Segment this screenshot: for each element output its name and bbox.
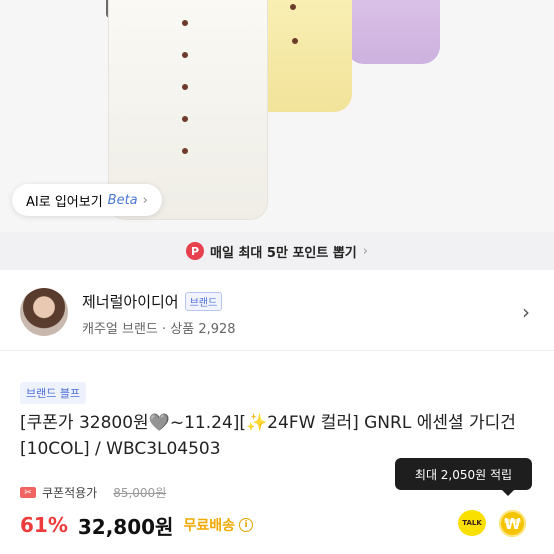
product-title: [쿠폰가 32800원🩶~11.24][✨24FW 컬러] GNRL 에센셜 가… xyxy=(20,413,516,459)
ai-try-on-button[interactable]: AI로 입어보기 Beta › xyxy=(12,184,162,216)
points-tooltip: 최대 2,050원 적립 xyxy=(395,458,532,496)
try-on-label: AI로 입어보기 xyxy=(26,194,103,210)
price-row: 61% 32,800원 무료배송 i xyxy=(20,510,253,540)
beta-label: Beta xyxy=(107,192,138,208)
info-icon[interactable]: i xyxy=(238,518,253,532)
button-dot xyxy=(182,148,188,154)
discount-rate: 61% xyxy=(20,513,68,537)
brand-tag: 브랜드 xyxy=(184,292,223,311)
seller-row[interactable]: 제너럴아이디어 브랜드 캐주얼 브랜드 · 상품 2,928 › xyxy=(0,280,554,346)
button-dot xyxy=(290,4,296,10)
brand-friday-badge: 브랜드 블프 xyxy=(20,382,87,404)
chevron-right-icon[interactable]: › xyxy=(522,300,530,324)
button-dot xyxy=(182,52,188,58)
point-icon: P xyxy=(186,242,205,260)
divider xyxy=(0,350,554,351)
seller-name-row: 제너럴아이디어 브랜드 xyxy=(82,291,223,312)
coupon-icon: ✂ xyxy=(20,487,36,498)
points-promo-banner[interactable]: P 매일 최대 5만 포인트 뽑기 › xyxy=(0,232,554,270)
sale-price: 32,800원 xyxy=(77,514,174,539)
button-dot xyxy=(182,116,188,122)
won-points-button[interactable]: ₩ xyxy=(499,510,526,537)
promo-text: 매일 최대 5만 포인트 뽑기 xyxy=(210,245,357,261)
coupon-price-row: ✂ 쿠폰적용가 85,000원 xyxy=(20,484,166,501)
chevron-right-icon: › xyxy=(362,243,368,259)
seller-name: 제너럴아이디어 xyxy=(82,293,179,311)
chevron-right-icon: › xyxy=(142,192,148,208)
seller-subtitle: 캐주얼 브랜드 · 상품 2,928 xyxy=(82,322,236,337)
free-shipping-label[interactable]: 무료배송 i xyxy=(183,515,253,535)
seller-avatar xyxy=(20,288,68,336)
button-dot xyxy=(292,38,298,44)
button-dot xyxy=(182,20,188,26)
kakao-talk-button[interactable]: TALK xyxy=(458,510,486,536)
purple-cardigan-image xyxy=(346,0,440,64)
shipping-text: 무료배송 xyxy=(183,518,235,534)
product-image[interactable]: AI로 입어보기 Beta › xyxy=(0,0,554,232)
button-dot xyxy=(182,84,188,90)
original-price: 85,000원 xyxy=(113,486,167,500)
coupon-label: 쿠폰적용가 xyxy=(42,486,98,500)
